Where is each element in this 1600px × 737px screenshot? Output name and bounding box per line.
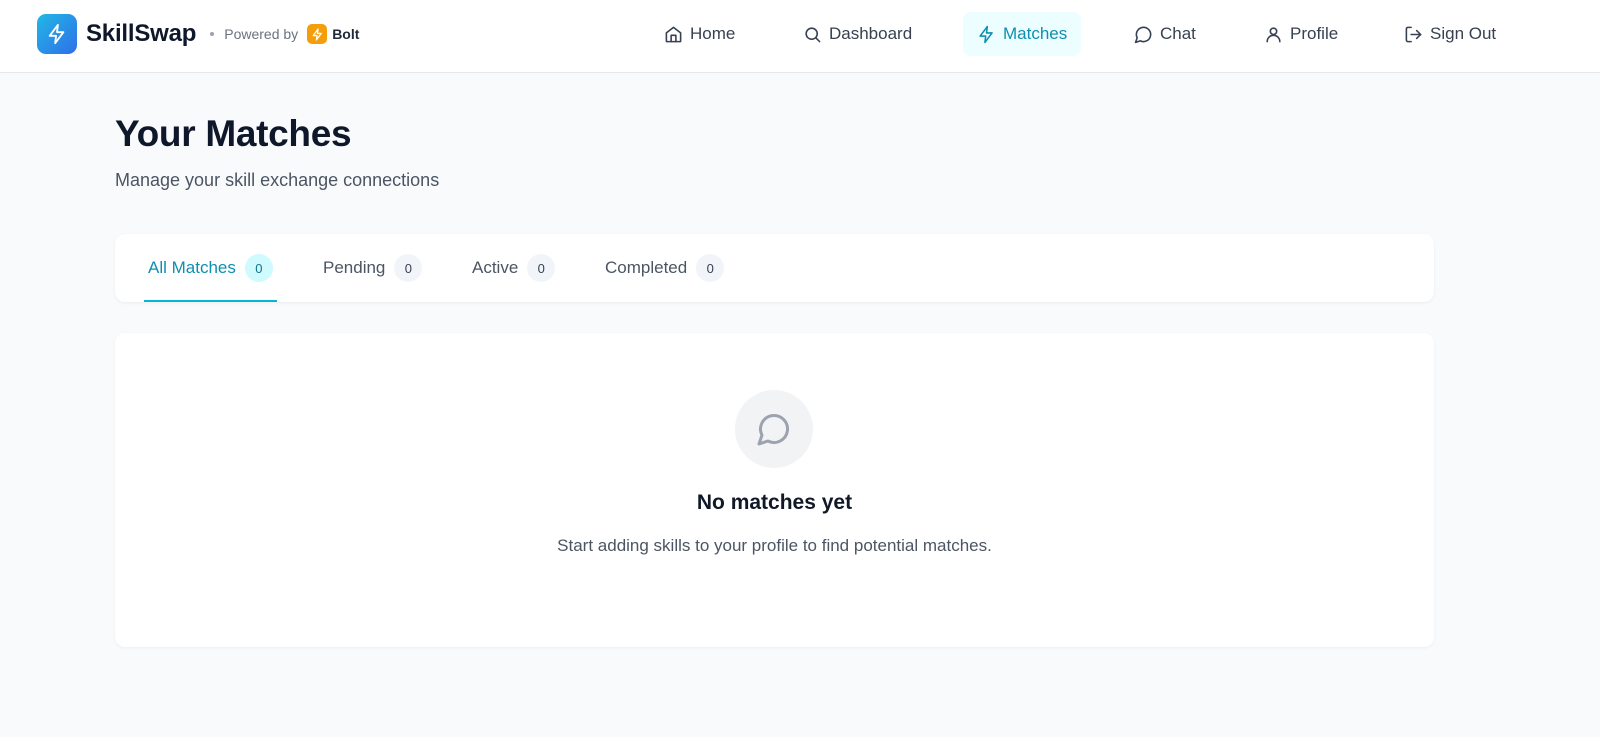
log-out-icon [1405,26,1422,42]
empty-state-text: Start adding skills to your profile to f… [557,536,992,555]
user-icon [1266,26,1281,42]
bolt-logo [307,24,328,44]
nav-chat-label: Chat [1160,24,1196,43]
page-title: Your Matches [115,113,352,154]
tab-all-matches-count: 0 [244,254,273,282]
nav-matches-label: Matches [1003,24,1068,43]
tab-all-matches-label: All Matches [148,258,236,277]
page-subtitle: Manage your skill exchange connections [115,170,440,190]
tab-pending-label: Pending [323,258,386,277]
tab-pending-count: 0 [394,254,423,282]
nav-sign-out[interactable]: Sign Out [1390,12,1510,56]
nav-home-label: Home [690,24,736,43]
partner-name: Bolt [332,26,360,42]
empty-state: No matches yet Start adding skills to yo… [115,333,1434,647]
zap-icon [979,25,993,43]
nav-profile[interactable]: Profile [1250,12,1352,56]
nav-sign-out-label: Sign Out [1430,24,1497,43]
bolt-icon [312,27,322,41]
tab-completed[interactable]: Completed 0 [605,234,725,302]
empty-state-icon [735,390,813,468]
brand[interactable]: SkillSwap Powered by Bolt [37,14,359,54]
tab-completed-label: Completed [605,258,688,277]
tab-completed-count: 0 [696,254,725,282]
nav-profile-label: Profile [1290,24,1339,43]
powered-by-label: Powered by [224,26,299,42]
home-icon [665,26,682,42]
zap-icon [48,23,65,45]
top-navbar: SkillSwap Powered by Bolt Home Dashboard… [0,0,1600,73]
logo[interactable] [37,14,77,54]
brand-name[interactable]: SkillSwap [86,20,196,48]
nav-dashboard-label: Dashboard [829,24,913,43]
tab-active[interactable]: Active 0 [472,234,556,302]
match-tabs: All Matches 0 Pending 0 Active 0 Complet… [115,234,1434,302]
search-icon [805,26,821,42]
nav-matches[interactable]: Matches [963,12,1082,56]
message-circle-icon [757,413,790,446]
tab-all-matches[interactable]: All Matches 0 [144,234,277,302]
empty-state-title: No matches yet [696,491,853,514]
nav-dashboard[interactable]: Dashboard [789,12,926,56]
separator-dot [210,32,215,36]
nav-home[interactable]: Home [650,12,749,56]
tab-active-label: Active [472,258,519,277]
nav-chat[interactable]: Chat [1120,12,1210,56]
tab-pending[interactable]: Pending 0 [323,234,423,302]
tab-active-count: 0 [527,254,556,282]
message-circle-icon [1134,26,1152,43]
